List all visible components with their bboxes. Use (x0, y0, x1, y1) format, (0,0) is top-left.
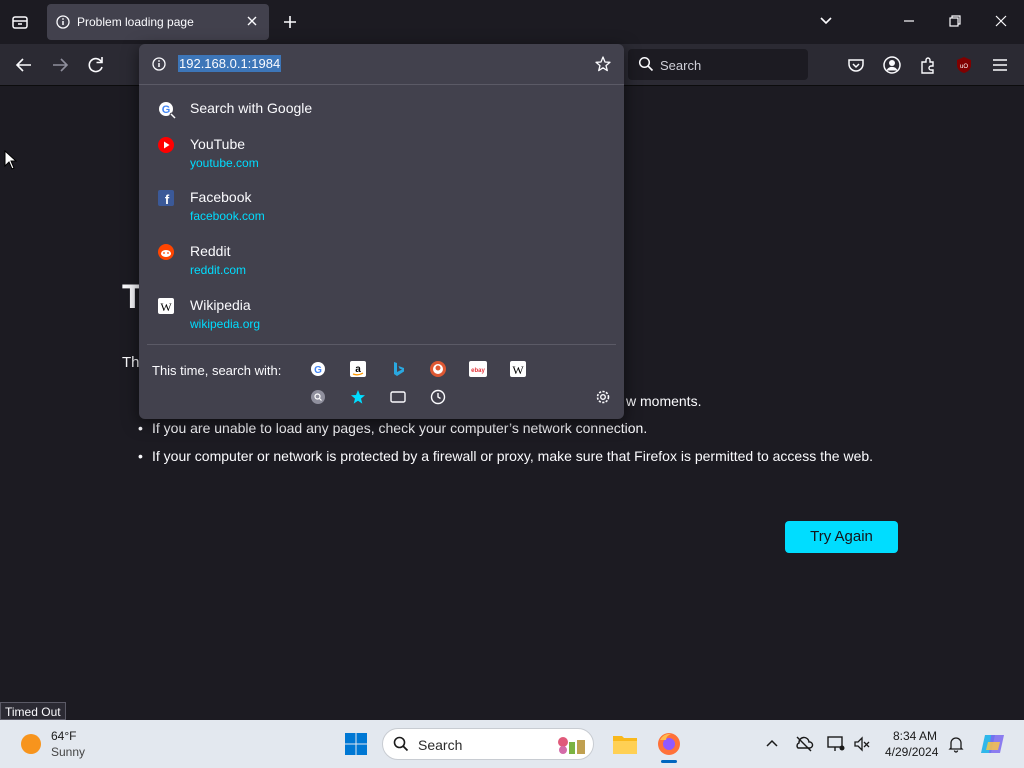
svg-text:G: G (314, 365, 322, 376)
amazon-engine-icon[interactable]: a (349, 360, 367, 378)
svg-text:W: W (160, 300, 172, 314)
tab-problem-loading[interactable]: Problem loading page (47, 4, 269, 40)
result-title: YouTube (190, 136, 246, 152)
notification-bell-icon[interactable] (947, 735, 965, 758)
result-url: facebook.com (190, 209, 265, 223)
clock-date[interactable]: 4/29/2024 (885, 745, 938, 759)
restore-icon[interactable] (946, 12, 966, 32)
result-url: wikipedia.org (190, 317, 261, 331)
status-panel: Timed Out (0, 702, 66, 720)
taskbar-search-icon (393, 736, 409, 757)
menu-icon[interactable] (989, 54, 1011, 76)
weather-desc: Sunny (51, 745, 86, 759)
copilot-icon[interactable] (980, 732, 1006, 761)
url-input[interactable]: 192.168.0.1:1984 (178, 55, 282, 72)
bing-engine-icon[interactable] (389, 360, 407, 378)
result-title: Wikipedia (190, 297, 251, 313)
error-lead-text: Th (122, 354, 140, 371)
search-bar[interactable]: Search (628, 49, 808, 80)
error-bullet-1: w moments. (612, 391, 701, 411)
error-bullet-3: If your computer or network is protected… (138, 446, 898, 466)
site-info-icon[interactable] (152, 57, 166, 76)
result-title: Facebook (190, 189, 252, 205)
search-placeholder: Search (660, 58, 702, 73)
start-icon[interactable] (344, 732, 368, 761)
url-dropdown-panel: 192.168.0.1:1984 G Search with Google Yo… (139, 44, 624, 419)
taskbar-search-placeholder: Search (418, 737, 463, 753)
error-bullet-2: If you are unable to load any pages, che… (138, 418, 898, 438)
clock-time[interactable]: 8:34 AM (893, 729, 937, 743)
search-with-label: Search with Google (190, 100, 313, 116)
weather-temp: 64°F (51, 729, 77, 743)
extensions-icon[interactable] (917, 54, 939, 76)
active-app-indicator (661, 760, 677, 763)
reload-icon[interactable] (85, 54, 107, 76)
history-search-icon[interactable] (429, 388, 447, 406)
svg-text:G: G (162, 104, 171, 116)
search-highlight-icon (555, 734, 589, 761)
account-icon[interactable] (881, 54, 903, 76)
back-icon[interactable] (13, 54, 35, 76)
duckduckgo-engine-icon[interactable] (429, 360, 447, 378)
taskbar-search[interactable]: Search (382, 728, 594, 760)
file-explorer-icon[interactable] (612, 732, 638, 761)
show-hidden-icons-icon[interactable] (764, 736, 780, 757)
url-bar[interactable]: 192.168.0.1:1984 (139, 44, 624, 85)
facebook-icon: f (157, 189, 175, 207)
wikipedia-engine-icon[interactable]: W (509, 360, 527, 378)
search-engines-icon[interactable] (309, 388, 327, 406)
result-title: Reddit (190, 243, 231, 259)
result-url: reddit.com (190, 263, 247, 277)
ebay-engine-icon[interactable]: ebay (469, 360, 487, 378)
forward-icon[interactable] (49, 54, 71, 76)
pocket-icon[interactable] (845, 54, 867, 76)
result-url: youtube.com (190, 156, 259, 170)
google-engine-icon[interactable]: G (309, 360, 327, 378)
search-settings-gear-icon[interactable] (594, 388, 612, 406)
bookmarks-search-icon[interactable] (349, 388, 367, 406)
mouse-cursor-icon (4, 149, 18, 175)
tabs-search-icon[interactable] (389, 388, 407, 406)
sun-weather-icon[interactable] (20, 733, 42, 760)
tab-close-icon[interactable] (245, 14, 259, 33)
google-search-icon: G (157, 100, 176, 119)
info-icon (56, 15, 70, 34)
firefox-taskbar-icon[interactable] (656, 731, 682, 762)
list-all-tabs-icon[interactable] (817, 12, 837, 32)
reddit-icon (157, 243, 175, 261)
try-again-button[interactable]: Try Again (785, 521, 898, 553)
wikipedia-icon: W (157, 297, 175, 315)
svg-text:f: f (165, 192, 170, 207)
display-icon[interactable] (826, 734, 846, 759)
tab-strip: Problem loading page (0, 0, 1024, 44)
search-icon (638, 56, 654, 77)
ublock-origin-icon[interactable]: uO (953, 54, 975, 76)
youtube-icon (157, 136, 175, 154)
svg-text:a: a (355, 364, 361, 375)
close-window-icon[interactable] (992, 12, 1012, 32)
tab-list-icon[interactable] (11, 13, 29, 36)
bookmark-star-icon[interactable] (594, 55, 612, 78)
svg-text:ebay: ebay (471, 368, 485, 374)
new-tab-icon[interactable] (281, 13, 299, 36)
minimize-icon[interactable] (900, 12, 920, 32)
svg-text:uO: uO (960, 64, 968, 70)
tab-title: Problem loading page (77, 15, 194, 29)
speaker-muted-icon[interactable] (852, 734, 872, 759)
svg-text:W: W (512, 363, 524, 377)
divider (147, 344, 616, 345)
this-time-search-label: This time, search with: (152, 363, 282, 378)
onedrive-offline-icon[interactable] (794, 734, 814, 759)
